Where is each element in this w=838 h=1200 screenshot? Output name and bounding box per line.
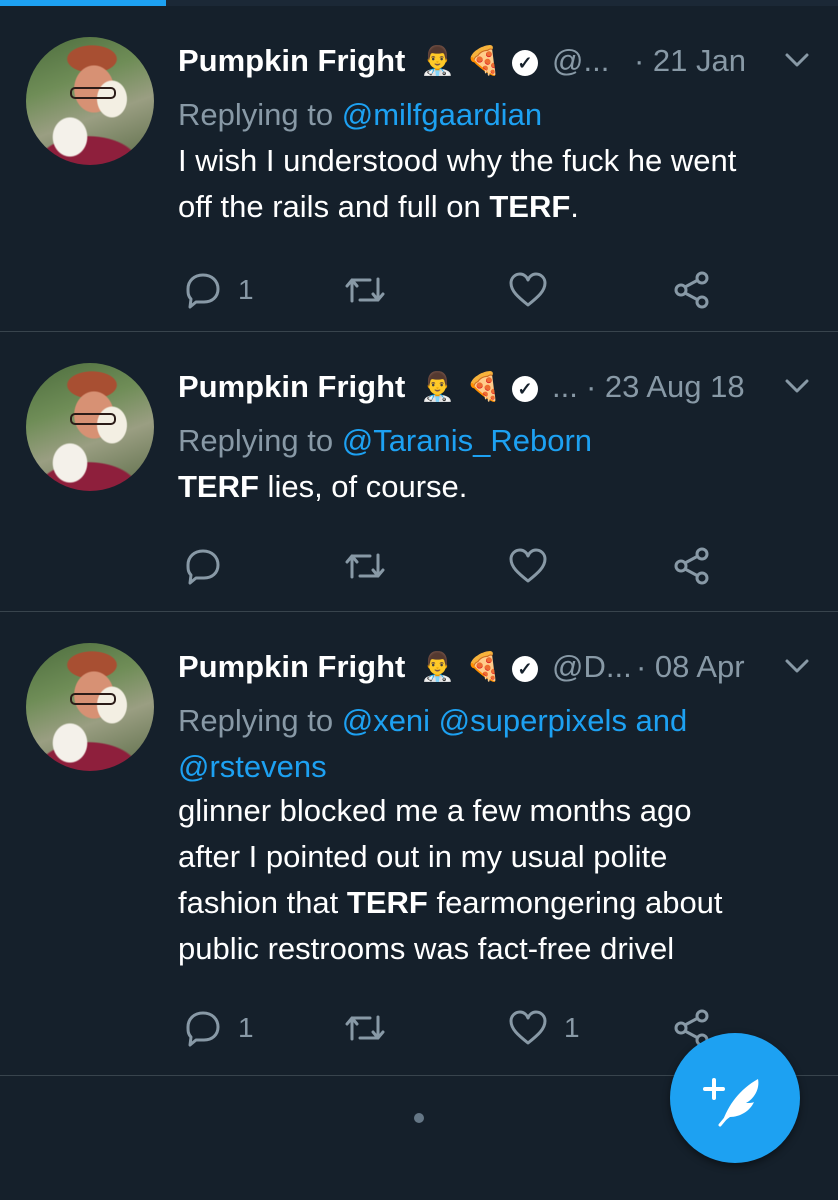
compose-tweet-button[interactable] (670, 1033, 800, 1163)
display-name[interactable]: Pumpkin Fright (178, 43, 405, 79)
reply-mentions[interactable]: @xeni @superpixels and (342, 703, 688, 738)
reply-count: 1 (238, 274, 254, 305)
reply-mentions-line2[interactable]: @rstevens (178, 749, 327, 784)
like-button[interactable] (508, 270, 548, 310)
doctor-emoji: 👨‍⚕️ (420, 651, 455, 682)
replying-to: Replying to @Taranis_Reborn (178, 418, 778, 464)
compose-tweet-icon (703, 1078, 759, 1127)
avatar[interactable] (26, 643, 154, 771)
replying-to-label: Replying to (178, 97, 334, 132)
share-icon (674, 547, 709, 585)
verified-badge-icon: ✓ (512, 656, 538, 682)
pizza-emoji: 🍕 (466, 651, 501, 682)
reply-mentions[interactable]: @milfgaardian (342, 97, 542, 132)
tweet-text-bold: TERF (489, 189, 571, 224)
pizza-emoji: 🍕 (466, 45, 501, 76)
user-handle[interactable]: @... (552, 43, 609, 79)
like-button[interactable]: 1 (508, 1008, 580, 1048)
user-handle[interactable]: ... (552, 369, 578, 405)
loading-dot (414, 1113, 424, 1123)
avatar[interactable] (26, 363, 154, 491)
reply-mentions[interactable]: @Taranis_Reborn (342, 423, 592, 458)
tweet-text-bold: TERF (346, 885, 428, 920)
tweet-text-segment: fearmongering about (427, 885, 723, 920)
tweet-date[interactable]: · 21 Jan (634, 43, 746, 79)
doctor-emoji: 👨‍⚕️ (420, 45, 455, 76)
tweet-text-line: public restrooms was fact-free drivel (178, 931, 675, 966)
tweet-text-line: glinner blocked me a few months ago (178, 793, 692, 828)
share-button[interactable] (672, 546, 712, 586)
tweet-text: I wish I understood why the fuck he went… (178, 138, 818, 230)
reply-icon (186, 549, 220, 585)
chevron-down-icon[interactable] (784, 376, 810, 396)
chevron-down-icon[interactable] (784, 50, 810, 70)
replying-to-label: Replying to (178, 703, 334, 738)
reply-button[interactable]: 1 (184, 270, 254, 310)
tweet-text-segment: . (570, 189, 579, 224)
avatar[interactable] (26, 37, 154, 165)
like-button[interactable] (508, 546, 548, 586)
tweet-text: TERF lies, of course. (178, 464, 818, 510)
heart-icon (509, 272, 547, 307)
reply-button[interactable]: 1 (184, 1008, 254, 1048)
tweet-actions (0, 546, 838, 586)
tweet-text-segment: lies, of course. (258, 469, 468, 504)
retweet-button[interactable] (344, 546, 386, 586)
replying-to-label: Replying to (178, 423, 334, 458)
verified-badge-icon: ✓ (512, 376, 538, 402)
tweet-text-segment: fashion that (178, 885, 347, 920)
reply-button[interactable] (184, 546, 238, 586)
replying-to: Replying to @milfgaardian (178, 92, 778, 138)
tweet[interactable]: Pumpkin Fright 👨‍⚕️ 🍕 ✓ @D... · 08 Apr R… (0, 612, 838, 1076)
chevron-down-icon[interactable] (784, 656, 810, 676)
display-name[interactable]: Pumpkin Fright (178, 649, 405, 685)
heart-icon (509, 1010, 547, 1045)
tweet-date[interactable]: · 23 Aug 18 (586, 369, 745, 405)
reply-icon (186, 273, 220, 309)
tweet-text-bold: TERF (178, 469, 259, 504)
tweet[interactable]: Pumpkin Fright 👨‍⚕️ 🍕 ✓ @... · 21 Jan Re… (0, 6, 838, 332)
like-count: 1 (564, 1012, 580, 1043)
tweet-actions: 1 (0, 270, 838, 310)
retweet-icon (345, 553, 385, 579)
reply-count: 1 (238, 1012, 254, 1043)
tweet-date[interactable]: · 08 Apr (636, 649, 745, 685)
retweet-button[interactable] (344, 1008, 386, 1048)
verified-badge-icon: ✓ (512, 50, 538, 76)
tweet-text: glinner blocked me a few months ago afte… (178, 788, 818, 972)
retweet-button[interactable] (344, 270, 386, 310)
heart-icon (509, 548, 547, 583)
retweet-icon (345, 277, 385, 303)
pizza-emoji: 🍕 (466, 371, 501, 402)
replying-to: Replying to @xeni @superpixels and @rste… (178, 698, 778, 790)
share-icon (674, 271, 709, 309)
doctor-emoji: 👨‍⚕️ (420, 371, 455, 402)
tweet-text-line: after I pointed out in my usual polite (178, 839, 668, 874)
retweet-icon (345, 1015, 385, 1041)
share-button[interactable] (672, 270, 712, 310)
user-handle[interactable]: @D... (552, 649, 632, 685)
tweet-text-line: I wish I understood why the fuck he went (178, 143, 737, 178)
display-name[interactable]: Pumpkin Fright (178, 369, 405, 405)
tweet[interactable]: Pumpkin Fright 👨‍⚕️ 🍕 ✓ ... · 23 Aug 18 … (0, 332, 838, 612)
reply-icon (186, 1011, 220, 1047)
tweet-text-segment: off the rails and full on (178, 189, 490, 224)
